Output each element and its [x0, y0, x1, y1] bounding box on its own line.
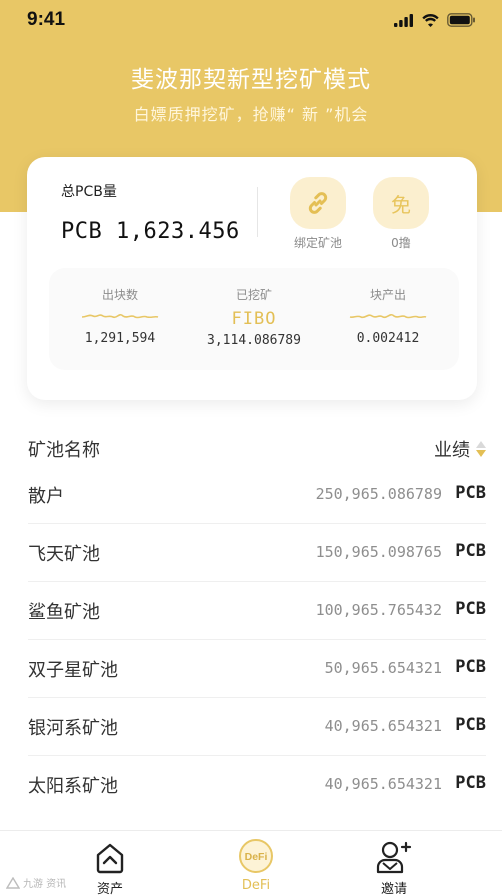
pool-row[interactable]: 银河系矿池 40,965.654321 PCB — [28, 698, 486, 756]
pool-row[interactable]: 双子星矿池 50,965.654321 PCB — [28, 640, 486, 698]
defi-icon-text: DeFi — [245, 851, 268, 863]
pool-row[interactable]: 鲨鱼矿池 100,965.765432 PCB — [28, 582, 486, 640]
tab-defi[interactable]: DeFi DeFi — [206, 837, 306, 893]
pool-name-header: 矿池名称 — [28, 440, 100, 461]
tab-bar: 资产 DeFi DeFi 邀请 — [0, 830, 502, 896]
performance-header: 业绩 — [434, 440, 470, 461]
sort-by-performance-button[interactable]: 业绩 — [434, 436, 486, 462]
free-mining-button[interactable]: 免 0撸 — [361, 177, 441, 251]
pool-name: 双子星矿池 — [28, 660, 118, 681]
sort-icon — [476, 441, 486, 457]
add-user-icon — [344, 837, 444, 875]
hero-title: 斐波那契新型挖矿模式 — [131, 67, 371, 93]
card-divider — [257, 187, 258, 237]
stat-label: 块产出 — [369, 288, 406, 302]
watermark-text: 九游 资讯 — [23, 879, 67, 890]
pool-unit: PCB — [455, 657, 486, 677]
tab-assets[interactable]: 资产 — [60, 837, 160, 896]
total-pcb-label: 总PCB量 — [61, 184, 117, 200]
pool-amount: 150,965.098765 — [315, 543, 442, 561]
status-icons — [394, 13, 476, 27]
free-mining-label: 0撸 — [391, 236, 411, 250]
stat-value: 0.002412 — [356, 331, 420, 346]
hero-subtitle: 白嫖质押挖矿，抢赚“ 新 ”机会 — [133, 105, 369, 124]
wave-decoration-icon — [349, 313, 427, 319]
bind-pool-button[interactable]: 绑定矿池 — [278, 177, 358, 251]
stat-label: 已挖矿 — [235, 288, 272, 302]
app-screen: 9:41 斐波那契新型挖矿模式 白嫖质押挖矿，抢赚“ 新 ”机会 总PCB量 P… — [0, 0, 502, 896]
bind-pool-label: 绑定矿池 — [293, 236, 342, 250]
battery-icon — [447, 13, 475, 27]
tab-defi-label: DeFi — [241, 878, 271, 893]
pool-name: 散户 — [28, 486, 64, 507]
pool-amount: 40,965.654321 — [324, 775, 442, 793]
pool-name: 银河系矿池 — [28, 718, 118, 739]
pool-unit: PCB — [455, 773, 486, 793]
cellular-signal-icon — [394, 13, 413, 27]
stat-value: 3,114.086789 — [207, 333, 301, 348]
stat-value: 1,291,594 — [84, 331, 156, 346]
link-icon — [308, 192, 328, 214]
stat-mined: 已挖矿 FIBO 3,114.086789 — [186, 286, 322, 348]
tab-invite-label: 邀请 — [380, 882, 407, 896]
free-icon: 免 — [373, 177, 429, 229]
pool-list-header: 矿池名称 业绩 — [28, 436, 486, 462]
wifi-icon — [422, 14, 439, 27]
summary-card: 总PCB量 PCB 1,623.456 绑定矿池 免 0撸 出块数 1,291,… — [27, 157, 477, 400]
pool-amount: 100,965.765432 — [315, 601, 442, 619]
pool-amount: 40,965.654321 — [324, 717, 442, 735]
tab-invite[interactable]: 邀请 — [344, 837, 444, 896]
mining-stats-panel: 出块数 1,291,594 已挖矿 FIBO 3,114.086789 块产出 … — [49, 268, 459, 370]
pool-unit: PCB — [455, 715, 486, 735]
pool-row[interactable]: 太阳系矿池 40,965.654321 PCB — [28, 756, 486, 814]
pool-name: 太阳系矿池 — [28, 776, 118, 797]
watermark: 九游 资讯 — [6, 875, 66, 890]
pool-unit: PCB — [455, 599, 486, 619]
watermark-logo-icon — [6, 876, 20, 889]
pool-name: 飞天矿池 — [28, 544, 100, 565]
free-glyph: 免 — [391, 192, 411, 217]
tab-assets-label: 资产 — [96, 882, 123, 896]
stat-block-output: 块产出 0.002412 — [320, 286, 456, 346]
status-time: 9:41 — [27, 9, 66, 30]
pool-list: 散户 250,965.086789 PCB 飞天矿池 150,965.09876… — [28, 466, 486, 814]
pool-row[interactable]: 飞天矿池 150,965.098765 PCB — [28, 524, 486, 582]
stat-label: 出块数 — [101, 288, 138, 302]
status-bar: 9:41 — [0, 0, 502, 44]
pool-unit: PCB — [455, 483, 486, 503]
home-icon — [60, 837, 160, 875]
pool-amount: 50,965.654321 — [324, 659, 442, 677]
stat-token-name: FIBO — [231, 309, 277, 329]
pool-row[interactable]: 散户 250,965.086789 PCB — [28, 466, 486, 524]
bind-pool-icon-bg — [290, 177, 346, 229]
pool-amount: 250,965.086789 — [315, 485, 442, 503]
wave-decoration-icon — [81, 313, 159, 319]
pool-unit: PCB — [455, 541, 486, 561]
stat-blocks: 出块数 1,291,594 — [52, 286, 188, 346]
pool-name: 鲨鱼矿池 — [28, 602, 100, 623]
defi-icon: DeFi — [206, 837, 306, 875]
total-pcb-value: PCB 1,623.456 — [61, 219, 240, 244]
